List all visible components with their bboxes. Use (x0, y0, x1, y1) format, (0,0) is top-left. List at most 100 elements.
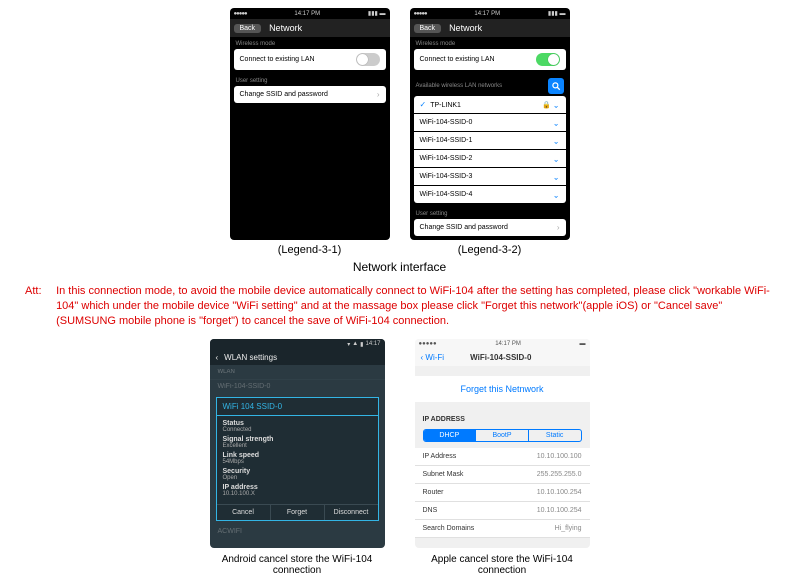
disconnect-button[interactable]: Disconnect (325, 505, 378, 520)
change-ssid-label: Change SSID and password (240, 91, 328, 98)
ios-nav-title: WiFi-104-SSID-0 (418, 353, 583, 362)
change-ssid-row[interactable]: Change SSID and password › (234, 86, 386, 103)
ios-detail-row[interactable]: DNS10.10.100.254 (415, 502, 590, 520)
row-key: Search Domains (423, 525, 475, 532)
wlan-section: WLAN (210, 365, 385, 380)
ios-status-bar: ●●●●● 14:17 PM ▬ (415, 339, 590, 349)
change-ssid-label: Change SSID and password (420, 224, 508, 231)
status-time: 14:17 PM (495, 341, 521, 347)
battery-icon: ▬ (580, 341, 586, 347)
section-user-setting: User setting (230, 74, 390, 86)
battery-icon: ▮▮▮ ▬ (548, 10, 566, 17)
field-key: Link speed (223, 452, 372, 459)
ip-mode-segment[interactable]: DHCP BootP Static (423, 429, 582, 442)
nav-title: Network (449, 23, 565, 33)
change-ssid-row[interactable]: Change SSID and password › (414, 219, 566, 236)
nav-header: Back Network (230, 19, 390, 37)
ios-detail-row[interactable]: Search Domains Hi_flying (415, 520, 590, 538)
search-button[interactable] (548, 78, 564, 94)
row-value: 10.10.100.254 (537, 489, 582, 496)
modal-field: StatusConnected (223, 420, 372, 433)
network-name: TP-LINK1 (430, 102, 461, 109)
back-icon[interactable]: ‹ (216, 353, 219, 362)
ios-detail-rows: IP Address10.10.100.100 Subnet Mask 255.25… (415, 448, 590, 538)
signal-dots-icon (234, 11, 247, 17)
network-name: WiFi-104-SSID-1 (420, 137, 473, 144)
wifi-icon: ⌃ (553, 154, 560, 163)
modal-buttons: Cancel Forget Disconnect (217, 504, 378, 520)
signal-dots-icon: ●●●●● (419, 341, 437, 347)
toggle-off[interactable] (356, 53, 380, 66)
wifi-icon: ⌃ (553, 100, 560, 109)
nav-title: Network (269, 23, 385, 33)
ios-caption: Apple cancel store the WiFi-104 connecti… (415, 554, 590, 576)
android-header: ‹ WLAN settings (210, 350, 385, 365)
network-row[interactable]: WiFi-104-SSID-3⌃ (414, 168, 566, 185)
attention-block: Att: In this connection mode, to avoid t… (25, 284, 774, 329)
field-value: 54Mbps (223, 459, 372, 465)
modal-title: WiFi 104 SSID-0 (217, 398, 378, 416)
network-name: WiFi-104-SSID-0 (420, 119, 473, 126)
seg-static[interactable]: Static (529, 430, 581, 441)
network-list: ✓TP-LINK1🔒⌃WiFi-104-SSID-0⌃WiFi-104-SSID… (414, 96, 566, 203)
modal-field: Link speed54Mbps (223, 452, 372, 465)
field-value: Connected (223, 427, 372, 433)
field-key: Signal strength (223, 436, 372, 443)
back-button[interactable]: Back (414, 24, 442, 33)
modal-field: SecurityOpen (223, 468, 372, 481)
wifi-icon: ⌃ (553, 190, 560, 199)
field-key: IP address (223, 484, 372, 491)
row-value: 10.10.100.100 (537, 453, 582, 460)
legend-3-1-caption: (Legend-3-1) (230, 244, 390, 256)
field-key: Security (223, 468, 372, 475)
status-time: 14:17 PM (474, 11, 500, 17)
check-icon: ✓ (420, 100, 427, 109)
row-value: Hi_flying (555, 525, 582, 532)
network-name: WiFi-104-SSID-3 (420, 173, 473, 180)
network-row[interactable]: WiFi-104-SSID-0⌃ (414, 114, 566, 131)
seg-bootp[interactable]: BootP (476, 430, 529, 441)
status-bar: 14:17 PM ▮▮▮ ▬ (410, 8, 570, 19)
android-status-bar: ▾ ▲ ▮ 14:17 (210, 339, 385, 350)
section-user-setting: User setting (410, 207, 570, 219)
ios-detail-row[interactable]: Router 10.10.100.254 (415, 484, 590, 502)
connect-lan-row[interactable]: Connect to existing LAN (414, 49, 566, 70)
forget-button[interactable]: Forget (271, 505, 325, 520)
connect-lan-label: Connect to existing LAN (420, 56, 495, 63)
ip-address-section: IP ADDRESS (415, 412, 590, 427)
row-value: 255.255.255.0 (537, 471, 582, 478)
field-value: 10.10.100.X (223, 491, 372, 497)
chevron-right-icon: › (377, 90, 380, 99)
signal-dots-icon (414, 11, 427, 17)
network-name: WiFi-104-SSID-2 (420, 155, 473, 162)
ios-nav: ‹ Wi-Fi WiFi-104-SSID-0 (415, 349, 590, 366)
battery-icon: ▮▮▮ ▬ (368, 10, 386, 17)
dim-acwifi: ACWIFI (210, 525, 385, 538)
network-name: WiFi-104-SSID-4 (420, 191, 473, 198)
seg-dhcp[interactable]: DHCP (424, 430, 477, 441)
network-row[interactable]: ✓TP-LINK1 🔒⌃ (414, 96, 566, 113)
ios-detail-row[interactable]: IP Address10.10.100.100 (415, 448, 590, 466)
lock-icon: 🔒 (542, 102, 551, 109)
back-button[interactable]: Back (234, 24, 262, 33)
section-available-networks: Available wireless LAN networks (410, 74, 570, 96)
network-row[interactable]: WiFi-104-SSID-4 ⌃ (414, 186, 566, 203)
android-modal: WiFi 104 SSID-0 StatusConnected Signal st… (216, 397, 379, 521)
connect-lan-row[interactable]: Connect to existing LAN (234, 49, 386, 70)
network-row[interactable]: WiFi-104-SSID-1⌃ (414, 132, 566, 149)
field-value: Excellent (223, 443, 372, 449)
cancel-button[interactable]: Cancel (217, 505, 271, 520)
row-key: Router (423, 489, 444, 496)
status-bar: 14:17 PM ▮▮▮ ▬ (230, 8, 390, 19)
network-row[interactable]: WiFi-104-SSID-2 ⌃ (414, 150, 566, 167)
time: 14:17 (365, 341, 380, 348)
toggle-on[interactable] (536, 53, 560, 66)
field-value: Open (223, 475, 372, 481)
row-key: Subnet Mask (423, 471, 464, 478)
forget-network-button[interactable]: Forget this Netnwork (415, 376, 590, 402)
available-networks-label: Available wireless LAN networks (416, 83, 503, 89)
legend-3-1-phone: 14:17 PM ▮▮▮ ▬ Back Network Wireless mod… (230, 8, 390, 240)
ios-detail-row[interactable]: Subnet Mask 255.255.255.0 (415, 466, 590, 484)
section-wireless-mode: Wireless mode (410, 37, 570, 49)
battery-icon: ▮ (360, 341, 363, 348)
